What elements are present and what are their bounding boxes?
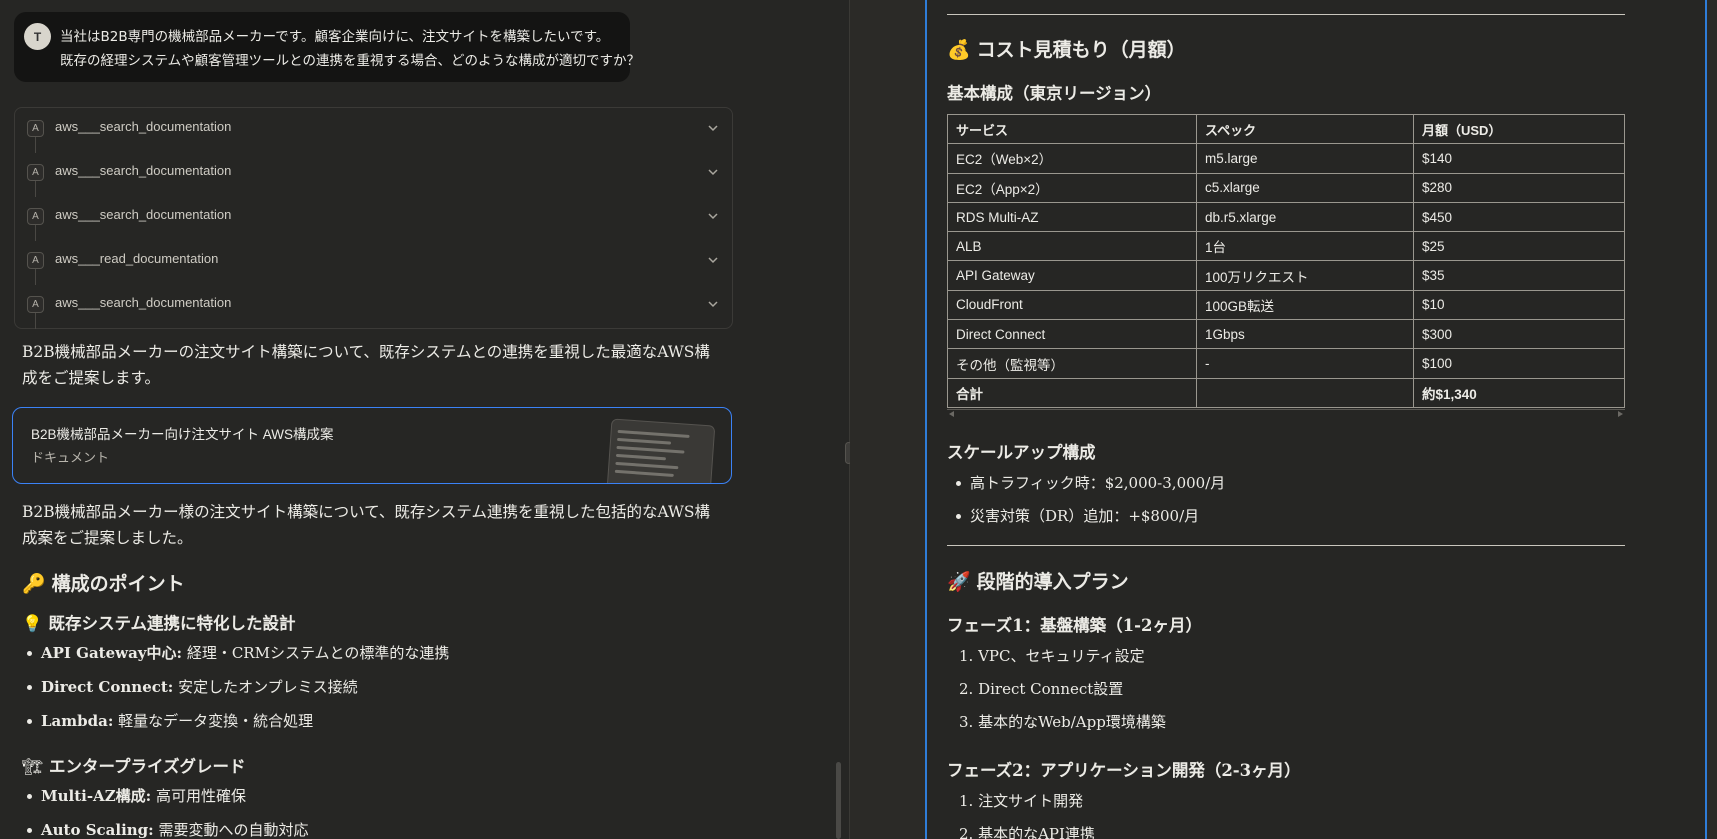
table-row: RDS Multi-AZ db.r5.xlarge $450 (947, 201, 1625, 233)
table-row: EC2（App×2） c5.xlarge $280 (947, 172, 1625, 203)
tool-badge: A (27, 252, 44, 269)
list-item: Multi-AZ構成: 高可用性確保 (26, 779, 309, 813)
bullet-list: Multi-AZ構成: 高可用性確保 Auto Scaling: 需要変動への自… (26, 779, 309, 839)
building-construction-icon: 🏗 (22, 757, 43, 776)
horizontal-rule (947, 545, 1625, 546)
artifact-title: B2B機械部品メーカー向け注文サイト AWS構成案 (31, 427, 334, 442)
subsection-heading: 🏗 エンタープライズグレード (22, 757, 246, 776)
artifact-thumbnail (606, 418, 716, 483)
column-header: スペック (1196, 113, 1414, 145)
list-item: API Gateway中心: 経理・CRMシステムとの標準的な連携 (26, 636, 449, 670)
base-config-heading: 基本構成（東京リージョン） (947, 84, 1162, 103)
list-item: Auto Scaling: 需要変動への自動対応 (26, 813, 309, 839)
chevron-down-icon[interactable] (706, 165, 720, 179)
table-row: API Gateway 100万リクエスト $35 (947, 260, 1625, 291)
list-item: 2. Direct Connect設置 (959, 680, 1124, 698)
tool-badge: A (27, 208, 44, 225)
scale-heading: スケールアップ構成 (947, 443, 1096, 462)
table-row: Direct Connect 1Gbps $300 (947, 319, 1625, 350)
table-row: その他（監視等） - $100 (947, 348, 1625, 379)
artifact-type: ドキュメント (31, 451, 110, 466)
user-message-line: 当社はB2B専門の機械部品メーカーです。顧客企業向けに、注文サイトを構築したいで… (60, 29, 610, 45)
list-item: Direct Connect: 安定したオンプレミス接続 (26, 670, 449, 704)
user-avatar: T (24, 23, 51, 50)
scroll-left-icon[interactable] (949, 411, 954, 417)
tool-call-row[interactable]: A aws___search_documentation (15, 284, 732, 328)
artifact-pane: 💰 コスト見積もり（月額） 基本構成（東京リージョン） サービス スペック 月額（… (850, 0, 1717, 839)
list-item: 3. 基本的なWeb/App環境構築 (959, 713, 1166, 731)
assistant-summary: B2B機械部品メーカー様の注文サイト構築について、既存システム連携を重視した包括… (22, 503, 711, 547)
tool-badge: A (27, 296, 44, 313)
chevron-down-icon[interactable] (706, 121, 720, 135)
tool-calls-panel: A aws___search_documentation A aws___sea… (14, 107, 733, 329)
chat-pane: T 当社はB2B専門の機械部品メーカーです。顧客企業向けに、注文サイトを構築した… (0, 0, 849, 839)
artifact-frame-right (1705, 0, 1707, 839)
list-item: 1. 注文サイト開発 (959, 792, 1084, 810)
scale-list: 高トラフィック時：$2,000-3,000/月 災害対策（DR）追加：+$800… (955, 467, 1225, 533)
user-message: T 当社はB2B専門の機械部品メーカーです。顧客企業向けに、注文サイトを構築した… (14, 12, 640, 82)
chevron-down-icon[interactable] (706, 297, 720, 311)
tool-call-name: aws___search_documentation (55, 163, 232, 178)
user-message-text: 当社はB2B専門の機械部品メーカーです。顧客企業向けに、注文サイトを構築したいで… (60, 25, 640, 73)
table-header-row: サービス スペック 月額（USD） (947, 113, 1625, 145)
list-item: Lambda: 軽量なデータ変換・統合処理 (26, 704, 449, 738)
phase2-heading: フェーズ2：アプリケーション開発（2-3ヶ月） (947, 761, 1301, 780)
money-bag-icon: 💰 (947, 39, 971, 61)
column-header: 月額（USD） (1413, 113, 1625, 145)
list-item: 災害対策（DR）追加：+$800/月 (955, 500, 1225, 533)
tool-call-row[interactable]: A aws___search_documentation (15, 152, 732, 196)
key-icon: 🔑 (22, 573, 46, 595)
lightbulb-icon: 💡 (22, 614, 43, 633)
cost-heading: 💰 コスト見積もり（月額） (947, 39, 1186, 61)
list-item: 高トラフィック時：$2,000-3,000/月 (955, 467, 1225, 500)
artifact-card[interactable]: B2B機械部品メーカー向け注文サイト AWS構成案 ドキュメント (12, 407, 732, 484)
rocket-icon: 🚀 (947, 571, 971, 593)
user-message-line: 既存の経理システムや顧客管理ツールとの連携を重視する場合、どのような構成が適切で… (60, 53, 640, 69)
tool-call-name: aws___search_documentation (55, 119, 232, 134)
chat-scrollbar[interactable] (836, 762, 841, 839)
section-heading: 🔑 構成のポイント (22, 573, 185, 595)
assistant-intro: B2B機械部品メーカーの注文サイト構築について、既存システムとの連携を重視した最… (22, 343, 710, 387)
list-item: 1. VPC、セキュリティ設定 (959, 647, 1145, 665)
artifact-document: 💰 コスト見積もり（月額） 基本構成（東京リージョン） サービス スペック 月額（… (927, 0, 1705, 839)
phase2-list: 1. 注文サイト開発 2. 基本的なAPI連携 (959, 785, 1095, 839)
chevron-down-icon[interactable] (706, 209, 720, 223)
table-row: CloudFront 100GB転送 $10 (947, 289, 1625, 321)
tool-call-name: aws___read_documentation (55, 251, 219, 266)
table-horizontal-scrollbar[interactable] (947, 409, 1625, 418)
tool-call-row[interactable]: A aws___search_documentation (15, 196, 732, 240)
list-item: 2. 基本的なAPI連携 (959, 825, 1095, 839)
phase1-heading: フェーズ1：基盤構築（1-2ヶ月） (947, 616, 1202, 635)
subsection-heading: 💡 既存システム連携に特化した設計 (22, 614, 296, 633)
chevron-down-icon[interactable] (706, 253, 720, 267)
tool-call-row[interactable]: A aws___search_documentation (15, 108, 732, 152)
horizontal-rule (947, 14, 1625, 15)
table-row: ALB 1台 $25 (947, 231, 1625, 262)
bullet-list: API Gateway中心: 経理・CRMシステムとの標準的な連携 Direct… (26, 636, 449, 738)
tool-badge: A (27, 164, 44, 181)
scroll-right-icon[interactable] (1618, 411, 1623, 417)
phase1-list: 1. VPC、セキュリティ設定 2. Direct Connect設置 3. 基… (959, 640, 1166, 739)
tool-call-row[interactable]: A aws___read_documentation (15, 240, 732, 284)
plan-heading: 🚀 段階的導入プラン (947, 571, 1129, 593)
table-total-row: 合計 約$1,340 (947, 377, 1625, 408)
tool-call-name: aws___search_documentation (55, 207, 232, 222)
column-header: サービス (947, 113, 1197, 145)
tool-badge: A (27, 120, 44, 137)
tool-call-name: aws___search_documentation (55, 295, 232, 310)
table-row: EC2（Web×2） m5.large $140 (947, 143, 1625, 174)
cost-table: サービス スペック 月額（USD） EC2（Web×2） m5.large $140… (947, 113, 1625, 408)
